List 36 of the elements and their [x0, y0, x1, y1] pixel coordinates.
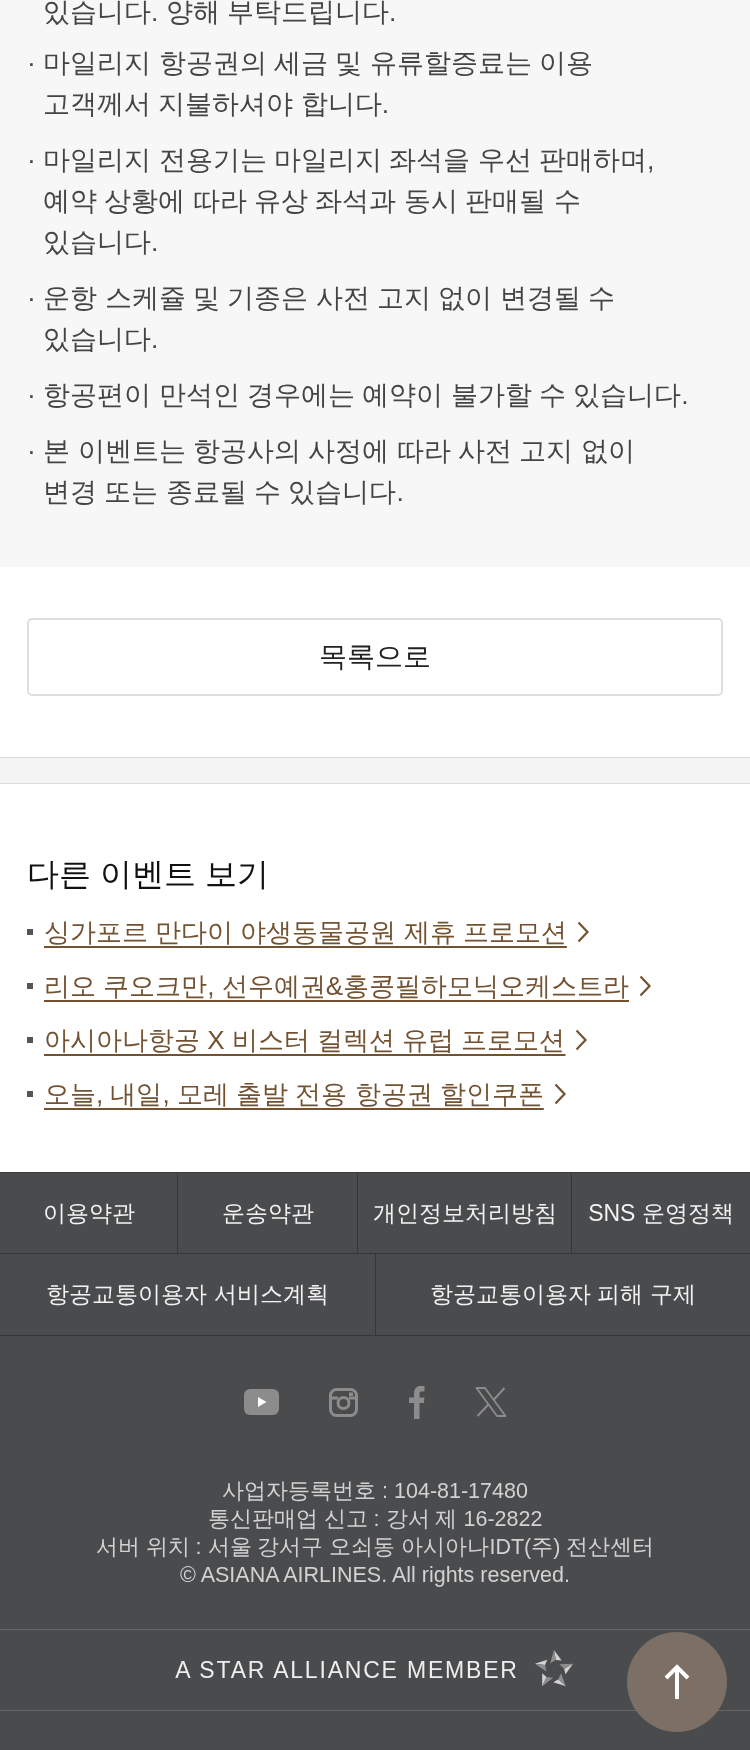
- footer-nav-link[interactable]: SNS 운영정책: [572, 1173, 750, 1253]
- company-info-text: 사업자등록번호 : 104-81-17480: [221, 1478, 529, 1505]
- notice-text: · 마일리지 항공권의 세금 및 유류할증료는 이용 고객께서 지불하셔야 합니다.: [27, 47, 594, 121]
- x-logo-icon[interactable]: [474, 1387, 507, 1417]
- company-info-text: 서버 위치 : 서울 강서구 오쇠동 아시아나IDT(주) 전산센터: [94, 1534, 656, 1561]
- chevron-right-icon: [576, 921, 589, 943]
- facebook-icon[interactable]: [407, 1385, 425, 1419]
- company-info-text: © ASIANA AIRLINES. All rights reserved.: [179, 1562, 571, 1589]
- square-bullet-icon: [27, 1091, 33, 1097]
- notice-text: · 본 이벤트는 항공사의 사정에 따라 사전 고지 없이 변경 또는 종료될 수 있습니다.: [27, 435, 636, 509]
- arrow-up-icon: [664, 1664, 690, 1700]
- notice-text: 있습니다. 양해 부탁드립니다.: [42, 0, 398, 24]
- footer-nav-link[interactable]: 이용약관: [0, 1173, 178, 1253]
- event-link[interactable]: 아시아나항공 X 비스터 컬렉션 유럽 프로모션: [44, 1022, 566, 1058]
- notice-text: · 마일리지 전용기는 마일리지 좌석을 우선 판매하며, 예약 상황에 따라 유상 좌석과 동시 판매될 수 있습니다.: [27, 144, 656, 259]
- alliance-text: A STAR ALLIANCE MEMBER: [175, 1656, 519, 1684]
- chevron-right-icon: [553, 1083, 566, 1105]
- chevron-right-icon: [575, 1029, 588, 1051]
- section-title: 다른 이벤트 보기: [27, 855, 270, 894]
- footer-nav-link[interactable]: 항공교통이용자 서비스계획: [0, 1254, 376, 1335]
- footer-nav-link[interactable]: 항공교통이용자 피해 구제: [376, 1254, 750, 1335]
- event-link[interactable]: 싱가포르 만다이 야생동물공원 제휴 프로모션: [44, 914, 567, 950]
- company-info-text: 통신판매업 신고 : 강서 제 16-2822: [206, 1506, 544, 1533]
- youtube-icon[interactable]: [243, 1389, 279, 1415]
- event-link[interactable]: 오늘, 내일, 모레 출발 전용 항공권 할인쿠폰: [44, 1076, 544, 1112]
- list-button[interactable]: 목록으로: [27, 618, 723, 696]
- footer-nav-link[interactable]: 운송약관: [178, 1173, 358, 1253]
- square-bullet-icon: [27, 983, 33, 989]
- chevron-right-icon: [639, 975, 651, 997]
- footer-nav-link[interactable]: 개인정보처리방침: [358, 1173, 572, 1253]
- square-bullet-icon: [27, 929, 33, 935]
- square-bullet-icon: [27, 1037, 33, 1043]
- event-link[interactable]: 리오 쿠오크만, 선우예권&홍콩필하모닉오케스트라: [44, 968, 629, 1004]
- instagram-icon[interactable]: [328, 1387, 358, 1417]
- notice-text: · 운항 스케쥴 및 기종은 사전 고지 없이 변경될 수 있습니다.: [27, 282, 617, 356]
- notice-text: · 항공편이 만석인 경우에는 예약이 불가할 수 있습니다.: [27, 379, 690, 412]
